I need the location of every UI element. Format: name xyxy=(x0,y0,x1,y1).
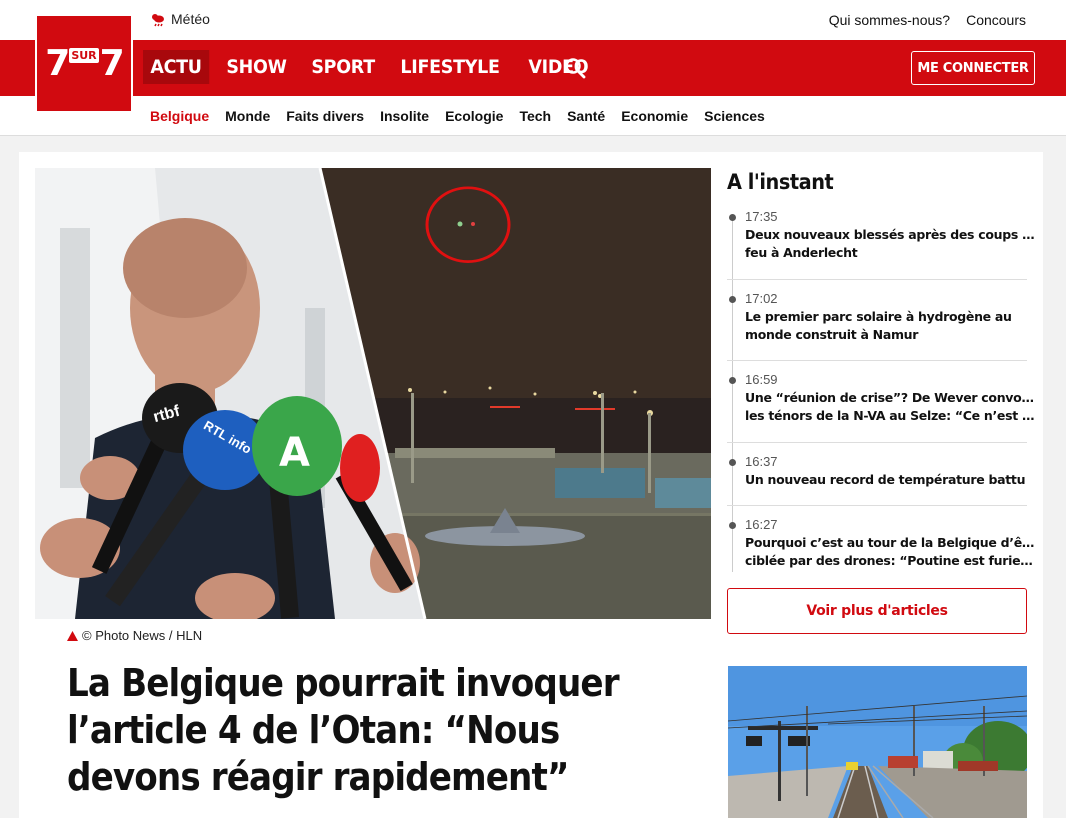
weather-icon xyxy=(152,14,164,27)
more-articles-button[interactable]: Voir plus d'articles xyxy=(727,588,1027,634)
search-icon[interactable] xyxy=(563,56,587,80)
timeline-dot xyxy=(729,522,736,529)
nav-item-lifestyle[interactable]: LIFESTYLE xyxy=(393,50,507,84)
login-button[interactable]: ME CONNECTER xyxy=(911,51,1035,85)
item-time: 17:35 xyxy=(745,209,778,224)
logo-seven-left: 7 xyxy=(45,42,70,84)
item-time: 16:27 xyxy=(745,517,778,532)
category-belgique[interactable]: Belgique xyxy=(150,108,209,124)
photo-credit-text: © Photo News / HLN xyxy=(82,628,203,643)
category-insolite[interactable]: Insolite xyxy=(380,108,429,124)
item-headline-line: feu à Anderlecht xyxy=(745,245,858,260)
list-item[interactable]: 17:35 Deux nouveaux blessés après des co… xyxy=(727,208,1035,280)
railway-thumbnail[interactable] xyxy=(728,666,1027,818)
category-sciences[interactable]: Sciences xyxy=(704,108,765,124)
main-navigation: ACTU SHOW SPORT LIFESTYLE VIDEO ME CONNE… xyxy=(0,40,1066,96)
article-headline[interactable]: La Belgique pourrait invoquer l’article … xyxy=(67,660,697,801)
live-feed-title: A l'instant xyxy=(727,170,834,194)
item-time: 16:37 xyxy=(745,454,778,469)
list-item[interactable]: 17:02 Le premier parc solaire à hydrogèn… xyxy=(727,280,1027,361)
top-links: Qui sommes-nous? Concours xyxy=(829,12,1026,28)
timeline-dot xyxy=(729,377,736,384)
category-monde[interactable]: Monde xyxy=(225,108,270,124)
category-faits-divers[interactable]: Faits divers xyxy=(286,108,364,124)
timeline-dot xyxy=(729,459,736,466)
list-item[interactable]: 16:59 Une “réunion de crise”? De Wever c… xyxy=(727,361,1035,443)
category-ecologie[interactable]: Ecologie xyxy=(445,108,503,124)
item-headline-line: monde construit à Namur xyxy=(745,327,919,342)
item-headline-line: Une “réunion de crise”? De Wever convoqu… xyxy=(745,390,1035,405)
category-economie[interactable]: Economie xyxy=(621,108,688,124)
logo-sur: SUR xyxy=(69,48,99,63)
timeline-dot xyxy=(729,296,736,303)
item-time: 16:59 xyxy=(745,372,778,387)
warning-triangle-icon xyxy=(67,630,78,641)
live-feed-list: 17:35 Deux nouveaux blessés après des co… xyxy=(727,208,1035,580)
item-headline-line: les ténors de la N-VA au Selze: “Ce n’es… xyxy=(745,408,1035,423)
list-item[interactable]: 16:27 Pourquoi c’est au tour de la Belgi… xyxy=(727,506,1035,580)
item-headline-line: Pourquoi c’est au tour de la Belgique d’… xyxy=(745,535,1035,550)
about-link[interactable]: Qui sommes-nous? xyxy=(829,12,950,28)
item-headline-line: Un nouveau record de température battu xyxy=(745,472,1026,487)
nav-item-show[interactable]: SHOW xyxy=(219,50,294,84)
item-headline-line: Le premier parc solaire à hydrogène au xyxy=(745,309,1012,324)
category-sante[interactable]: Santé xyxy=(567,108,605,124)
contest-link[interactable]: Concours xyxy=(966,12,1026,28)
site-logo[interactable]: 7 SUR 7 xyxy=(35,16,133,113)
category-list: Belgique Monde Faits divers Insolite Eco… xyxy=(150,108,765,124)
photo-credit: © Photo News / HLN xyxy=(67,628,202,643)
utility-bar: Météo Qui sommes-nous? Concours xyxy=(0,0,1066,40)
nav-item-actu[interactable]: ACTU xyxy=(143,50,210,84)
item-headline-line: Deux nouveaux blessés après des coups de xyxy=(745,227,1035,242)
mic-label-a: A xyxy=(279,430,310,476)
content-area: rtbf RTL info A © Photo News / HLN La Be… xyxy=(19,152,1043,818)
timeline-dot xyxy=(729,214,736,221)
main-nav-list: ACTU SHOW SPORT LIFESTYLE VIDEO xyxy=(143,50,606,84)
list-item[interactable]: 16:37 Un nouveau record de température b… xyxy=(727,443,1027,506)
hero-image[interactable]: rtbf RTL info A xyxy=(35,168,711,619)
category-navigation: Belgique Monde Faits divers Insolite Eco… xyxy=(0,96,1066,136)
railway-illustration xyxy=(728,666,1027,818)
meteo-link[interactable]: Météo xyxy=(150,11,210,27)
logo-seven-right: 7 xyxy=(99,42,125,84)
meteo-label: Météo xyxy=(171,11,210,27)
nav-item-sport[interactable]: SPORT xyxy=(304,50,382,84)
item-headline-line: ciblée par des drones: “Poutine est furi… xyxy=(745,553,1035,568)
logo-wordmark: 7 SUR 7 xyxy=(45,42,125,84)
item-time: 17:02 xyxy=(745,291,778,306)
hero-illustration: rtbf RTL info A xyxy=(35,168,711,619)
category-tech[interactable]: Tech xyxy=(519,108,551,124)
